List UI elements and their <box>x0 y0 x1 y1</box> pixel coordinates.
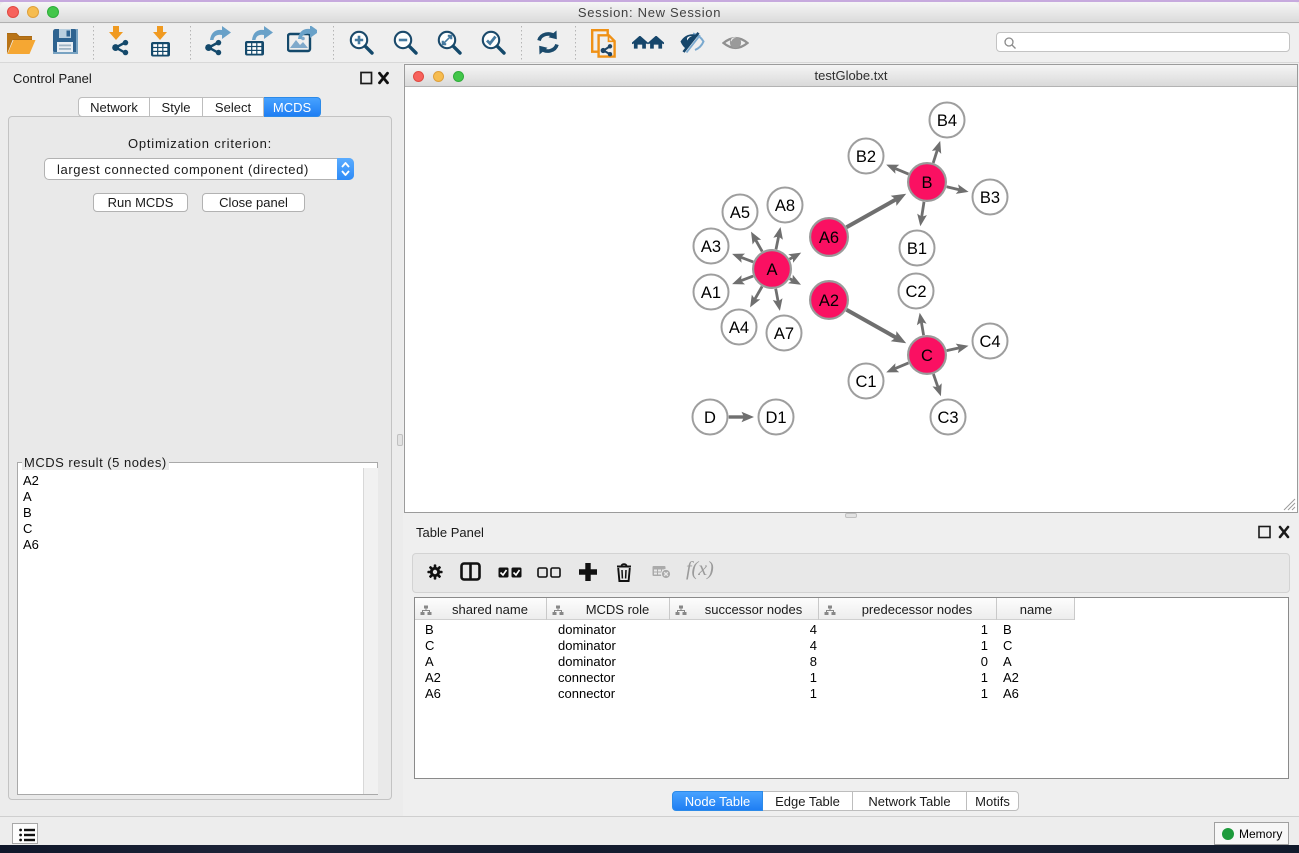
svg-text:A5: A5 <box>730 204 750 222</box>
svg-text:C1: C1 <box>855 373 876 391</box>
svg-text:C3: C3 <box>937 409 958 427</box>
svg-text:B: B <box>921 174 932 192</box>
svg-text:C2: C2 <box>905 283 926 301</box>
svg-text:A1: A1 <box>701 284 721 302</box>
svg-text:B3: B3 <box>980 189 1000 207</box>
svg-text:C4: C4 <box>979 333 1000 351</box>
svg-text:A2: A2 <box>819 292 839 310</box>
svg-text:A: A <box>766 261 777 279</box>
svg-text:A3: A3 <box>701 238 721 256</box>
svg-text:C: C <box>921 347 933 365</box>
svg-text:A7: A7 <box>774 325 794 343</box>
svg-text:B2: B2 <box>856 148 876 166</box>
svg-text:B4: B4 <box>937 112 957 130</box>
svg-text:B1: B1 <box>907 240 927 258</box>
svg-text:D: D <box>704 409 716 427</box>
svg-text:A6: A6 <box>819 229 839 247</box>
svg-text:D1: D1 <box>765 409 786 427</box>
svg-text:A4: A4 <box>729 319 749 337</box>
svg-text:A8: A8 <box>775 197 795 215</box>
